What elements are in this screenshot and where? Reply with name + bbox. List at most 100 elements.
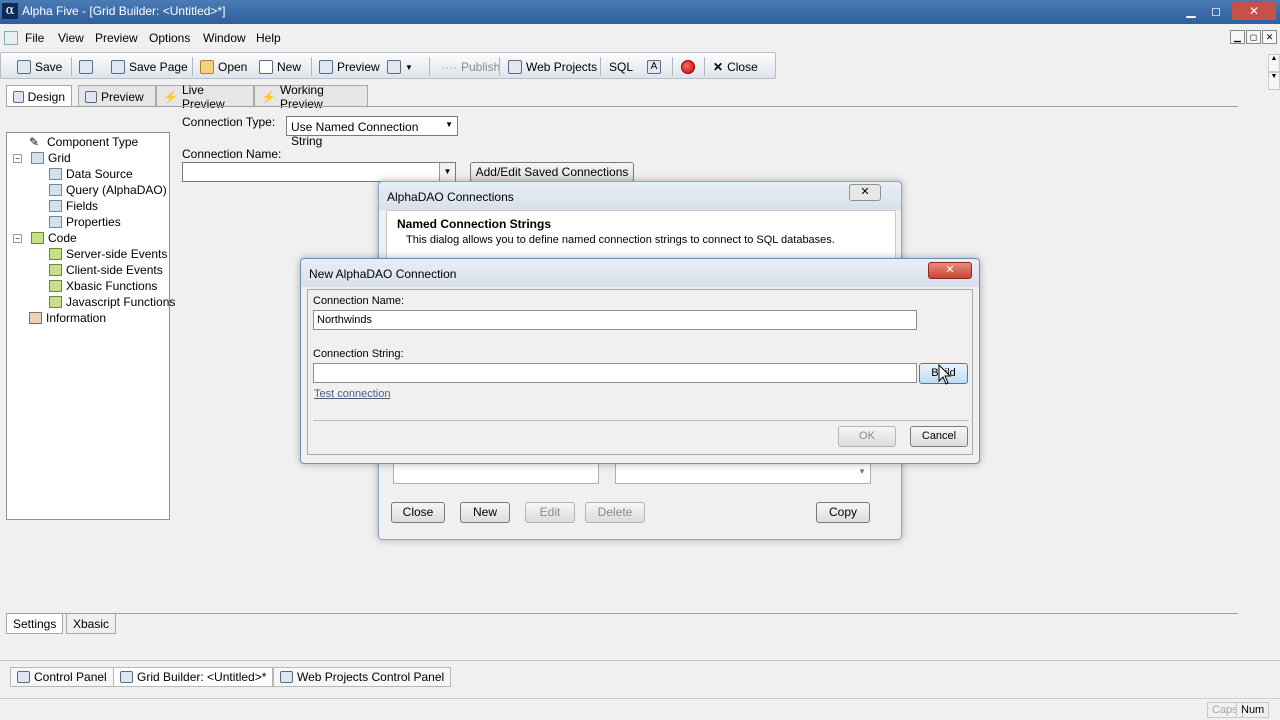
close-button[interactable]: Close [391,502,445,523]
tab-settings[interactable]: Settings [6,614,64,634]
stop-button[interactable] [681,58,695,76]
save-page-button[interactable]: Save Page [111,58,188,76]
toolbar-separator [192,57,193,76]
collapse-icon[interactable]: − [13,233,22,243]
menu-help[interactable]: Help [256,31,281,45]
tab-design[interactable]: Design [6,85,72,107]
right-scroll-strip[interactable]: ▲ ▼ [1268,54,1280,132]
tab-divider [6,106,1238,107]
code-icon [49,280,62,292]
test-connection-link[interactable]: Test connection [314,388,390,400]
zoom-dropdown[interactable]: ▼ [387,58,413,76]
toolbar-separator [499,57,500,76]
menu-file[interactable]: File [25,31,44,45]
magnifier-icon [387,60,401,74]
minimize-button[interactable]: ▁ [1178,2,1204,20]
add-edit-connections-button[interactable]: Add/Edit Saved Connections [470,162,634,182]
connection-type-select[interactable]: Use Named Connection String ▼ [286,116,458,148]
mdi-restore-icon[interactable]: ◻ [1246,30,1261,44]
new-button[interactable]: New [259,58,301,76]
menu-window[interactable]: Window [203,31,246,45]
tree-item-component-type[interactable]: ✎ Component Type [29,134,138,150]
collapse-icon[interactable]: − [13,153,22,163]
grid-icon [31,152,44,164]
open-button[interactable]: Open [200,58,247,76]
app-icon[interactable]: α [2,3,18,19]
dialog-heading: Named Connection Strings [397,217,552,231]
tree-item-code[interactable]: − Code [13,230,77,246]
toolbar-separator [71,57,72,76]
save-button[interactable]: Save [17,58,62,76]
menu-options[interactable]: Options [149,31,190,45]
close-icon[interactable]: ✕ [928,262,972,279]
tree-item-properties[interactable]: Properties [49,214,121,230]
toolbar-separator [600,57,601,76]
sql-button[interactable]: SQL [609,58,633,76]
window-taskbar: Control Panel Grid Builder: <Untitled>* … [0,660,1280,690]
tree-item-grid[interactable]: − Grid [13,150,71,166]
tree-item-information[interactable]: Information [29,310,106,326]
connection-list-field[interactable] [393,462,599,484]
connection-string-input[interactable] [313,363,917,383]
document-icon[interactable] [4,31,18,45]
web-projects-button[interactable]: Web Projects [508,58,597,76]
publish-button[interactable]: ···· Publish [441,58,500,76]
delete-connection-button[interactable]: Delete [585,502,645,523]
task-grid-builder[interactable]: Grid Builder: <Untitled>* [113,667,274,687]
tree-item-query[interactable]: Query (AlphaDAO) [49,182,167,198]
tree-item-xbasic-functions[interactable]: Xbasic Functions [49,278,157,294]
menu-preview[interactable]: Preview [95,31,138,45]
dropdown-arrow-icon: ▼ [405,62,413,72]
control-panel-icon [17,671,30,683]
tab-xbasic[interactable]: Xbasic [66,614,117,634]
close-icon[interactable]: ✕ [849,184,881,201]
grid-icon [120,671,133,683]
task-control-panel[interactable]: Control Panel [10,667,114,687]
task-web-projects-control-panel[interactable]: Web Projects Control Panel [273,667,452,687]
preview-button[interactable]: Preview [319,58,380,76]
mdi-minimize-icon[interactable]: ▁ [1230,30,1245,44]
menu-view[interactable]: View [58,31,84,45]
code-icon [49,296,62,308]
connection-name-label: Connection Name: [182,147,282,161]
font-button[interactable]: A [647,58,661,76]
code-icon [49,248,62,260]
connection-name-input[interactable]: Northwinds [313,310,917,330]
cancel-button[interactable]: Cancel [910,426,968,447]
preview-icon [319,60,333,74]
toolbar-close-button[interactable]: ✕ Close [713,58,758,76]
tree-item-fields[interactable]: Fields [49,198,98,214]
tree-item-client-events[interactable]: Client-side Events [49,262,163,278]
restore-button[interactable]: ◻ [1203,2,1229,20]
mdi-close-icon[interactable]: ✕ [1262,30,1277,44]
dialog-title: New AlphaDAO Connection [309,267,457,281]
tree-item-data-source[interactable]: Data Source [49,166,133,182]
tab-live-preview[interactable]: ⚡ Live Preview [156,83,254,111]
menu-bar: File View Preview Options Window Help ▁ … [0,26,1280,50]
mouse-cursor-icon [938,364,952,385]
grid-icon [49,200,62,212]
status-bar: Caps Num [0,698,1280,720]
tree-item-javascript-functions[interactable]: Javascript Functions [49,294,175,310]
tab-working-preview[interactable]: ⚡ Working Preview [254,83,368,111]
connection-string-combo[interactable]: ▼ [615,462,871,484]
save-all-button[interactable] [79,58,93,76]
new-document-icon [259,60,273,74]
toolbar-separator [704,57,705,76]
window-close-button[interactable]: ✕ [1232,2,1276,20]
tab-preview[interactable]: Preview [78,85,156,107]
tree-item-server-events[interactable]: Server-side Events [49,246,167,262]
chevron-up-icon[interactable]: ▲ [1268,54,1280,72]
connection-name-select[interactable]: ▼ [182,162,456,182]
chevron-down-icon[interactable]: ▼ [1268,72,1280,90]
component-tree[interactable]: ✎ Component Type − Grid Data Source Query… [6,132,175,520]
copy-connection-button[interactable]: Copy [816,502,870,523]
new-connection-button[interactable]: New [460,502,510,523]
num-indicator: Num [1236,702,1270,718]
edit-connection-button[interactable]: Edit [525,502,575,523]
ok-button[interactable]: OK [838,426,896,447]
toolbar-separator [429,57,430,76]
divider [313,420,969,421]
title-bar: α Alpha Five - [Grid Builder: <Untitled>… [0,0,1280,24]
design-icon [13,90,24,103]
